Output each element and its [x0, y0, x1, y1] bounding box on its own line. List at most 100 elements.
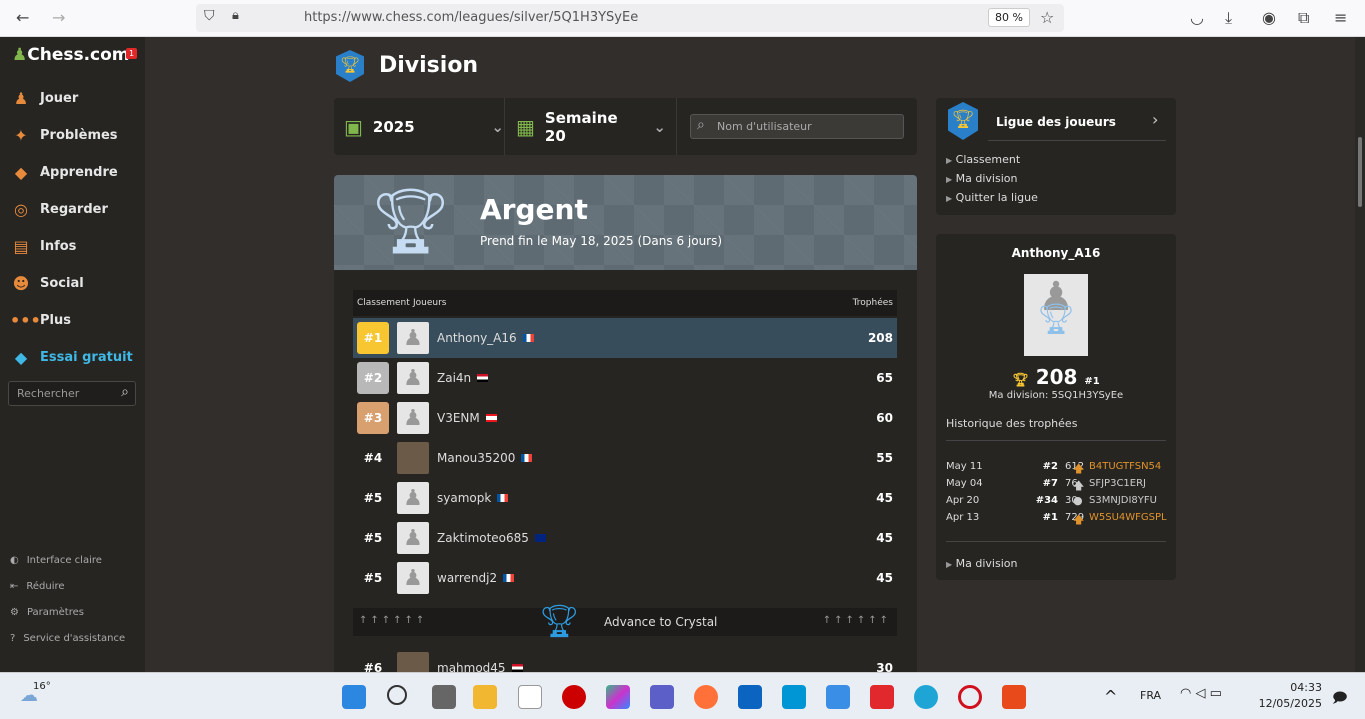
menu-icon[interactable]: ≡ — [1334, 8, 1347, 27]
sidebar-footer-item[interactable]: ◐ Interface claire — [10, 555, 102, 566]
history-division-link[interactable]: S3MNJDI8YFU — [1089, 495, 1157, 506]
sidebar-item-infos[interactable]: ▤ Infos — [10, 237, 76, 256]
clock-date[interactable]: 12/05/2025 — [1256, 697, 1322, 710]
player-name[interactable]: syamopk — [437, 491, 491, 505]
sidebar-item-problèmes[interactable]: ✦ Problèmes — [10, 126, 117, 145]
outlook-icon[interactable] — [738, 685, 762, 709]
profile-username[interactable]: Anthony_A16 — [936, 246, 1176, 260]
history-date: Apr 13 — [946, 512, 980, 523]
back-icon[interactable]: ← — [16, 8, 29, 27]
notifications-icon[interactable]: 🗩︎ — [1332, 687, 1348, 711]
table-row[interactable]: #1 ♟ Anthony_A16 208 — [353, 318, 897, 358]
account-icon[interactable]: ◉ — [1262, 8, 1276, 27]
player-avatar[interactable]: ♟ — [397, 562, 429, 594]
history-division-link[interactable]: SFJP3C1ERJ — [1089, 478, 1146, 489]
table-row[interactable]: #5 ♟ warrendj2 45 — [353, 558, 897, 598]
profile-avatar[interactable]: ♟ 🏆︎ — [1024, 274, 1088, 356]
table-row[interactable]: #5 ♟ syamopk 45 — [353, 478, 897, 518]
header-rank: Classement — [357, 298, 410, 308]
table-row[interactable]: #3 ♟ V3ENM 60 — [353, 398, 897, 438]
sidebar-item-social[interactable]: ☻ Social — [10, 274, 84, 293]
zoom-level[interactable]: 80 % — [988, 8, 1030, 27]
extensions-icon[interactable]: ⧉ — [1298, 8, 1309, 28]
rank-badge: #5 — [363, 571, 383, 585]
league-shield-icon: 🏆︎ — [948, 102, 978, 140]
player-avatar[interactable]: ♟ — [397, 522, 429, 554]
player-name[interactable]: Anthony_A16 — [437, 331, 517, 345]
notification-badge[interactable]: 1 — [126, 48, 138, 59]
league-link[interactable]: ▶ Quitter la ligue — [946, 191, 1038, 204]
league-link[interactable]: ▶ Classement — [946, 153, 1020, 166]
bookmark-star-icon[interactable]: ☆ — [1040, 8, 1054, 27]
temperature[interactable]: 16° — [33, 681, 51, 692]
file-explorer-icon[interactable] — [473, 685, 497, 709]
sidebar-item-jouer[interactable]: ♟ Jouer — [10, 89, 78, 108]
sidebar-item-plus[interactable]: ••• Plus — [10, 311, 71, 330]
chevron-right-icon[interactable]: › — [1152, 110, 1158, 129]
player-avatar[interactable]: ♟ — [397, 482, 429, 514]
clock-time[interactable]: 04:33 — [1262, 681, 1322, 694]
opera-icon[interactable] — [958, 685, 982, 709]
nav-label: Plus — [40, 313, 71, 328]
notepad-icon[interactable] — [518, 685, 542, 709]
player-name[interactable]: Manou35200 — [437, 451, 515, 465]
address-bar[interactable]: ⛉ 🔒︎ https://www.chess.com/leagues/silve… — [196, 4, 1064, 32]
language[interactable]: FRA — [1140, 689, 1161, 702]
edge-icon[interactable] — [914, 685, 938, 709]
week-select[interactable]: ▦ Semaine 20 ⌄ — [516, 98, 666, 155]
chesscom-logo[interactable]: ♟Chess.com — [12, 45, 130, 65]
player-name[interactable]: Zai4n — [437, 371, 471, 385]
header-trophies: Trophées — [852, 298, 893, 308]
recorder-icon[interactable] — [562, 685, 586, 709]
table-row[interactable]: #5 ♟ Zaktimoteo685 45 — [353, 518, 897, 558]
search-icon[interactable] — [387, 685, 407, 705]
table-row[interactable]: #4 Manou35200 55 — [353, 438, 897, 478]
player-avatar[interactable] — [397, 442, 429, 474]
league-panel-title[interactable]: Ligue des joueurs — [996, 115, 1116, 129]
teams-icon[interactable] — [650, 685, 674, 709]
trophy-count: 208 — [867, 331, 893, 345]
search-icon[interactable]: ⌕ — [121, 384, 129, 400]
sidebar-search-input[interactable]: Rechercher ⌕ — [8, 381, 136, 406]
scrollbar[interactable] — [1355, 37, 1365, 672]
m365-icon[interactable] — [606, 685, 630, 709]
table-row[interactable]: #2 ♟ Zai4n 65 — [353, 358, 897, 398]
sidebar-item-regarder[interactable]: ◎ Regarder — [10, 200, 108, 219]
player-name[interactable]: warrendj2 — [437, 571, 497, 585]
player-name[interactable]: V3ENM — [437, 411, 480, 425]
history-division-link[interactable]: W5SU4WFGSPL — [1089, 512, 1167, 523]
task-view-icon[interactable] — [432, 685, 456, 709]
firefox-icon[interactable] — [694, 685, 718, 709]
sidebar-footer-item[interactable]: ⚙ Paramètres — [10, 607, 84, 618]
league-link-label: Classement — [955, 153, 1021, 166]
pocket-icon[interactable]: ◡ — [1190, 8, 1204, 27]
nav-icon: ☻ — [12, 274, 30, 293]
sidebar-item-essai-gratuit[interactable]: ◆ Essai gratuit — [10, 348, 133, 367]
year-select[interactable]: ▣ 2025 ⌄ — [344, 98, 504, 155]
lock-icon[interactable]: 🔒︎ — [232, 8, 239, 23]
shield-icon[interactable]: ⛉ — [204, 8, 215, 24]
league-link-label: Quitter la ligue — [955, 191, 1038, 204]
start-icon[interactable] — [342, 685, 366, 709]
sidebar-item-apprendre[interactable]: ◆ Apprendre — [10, 163, 118, 182]
player-avatar[interactable]: ♟ — [397, 322, 429, 354]
player-avatar[interactable]: ♟ — [397, 362, 429, 394]
sidebar-footer-item[interactable]: ? Service d'assistance — [10, 633, 125, 644]
history-division-link[interactable]: B4TUGTFSN54 — [1089, 461, 1161, 472]
store-icon[interactable] — [826, 685, 850, 709]
my-division-link[interactable]: ▶ Ma division — [946, 557, 1017, 570]
download-icon[interactable]: ⤓ — [1225, 8, 1232, 28]
player-name[interactable]: Zaktimoteo685 — [437, 531, 529, 545]
chevron-up-icon[interactable]: ^ — [1104, 687, 1117, 706]
player-avatar[interactable]: ♟ — [397, 402, 429, 434]
rank-badge: #2 — [357, 362, 389, 394]
league-link[interactable]: ▶ Ma division — [946, 172, 1017, 185]
myhp-icon[interactable] — [782, 685, 806, 709]
username-search-input[interactable]: ⌕ Nom d'utilisateur — [690, 114, 904, 139]
wifi-volume-battery-icons[interactable]: ◠ ◁ ▭ — [1180, 686, 1222, 701]
url-text[interactable]: https://www.chess.com/leagues/silver/5Q1… — [304, 10, 638, 25]
ccleaner-icon[interactable] — [1002, 685, 1026, 709]
sidebar-footer-item[interactable]: ⇤ Réduire — [10, 581, 65, 592]
tlc-icon[interactable] — [870, 685, 894, 709]
forward-icon[interactable]: → — [52, 8, 65, 27]
